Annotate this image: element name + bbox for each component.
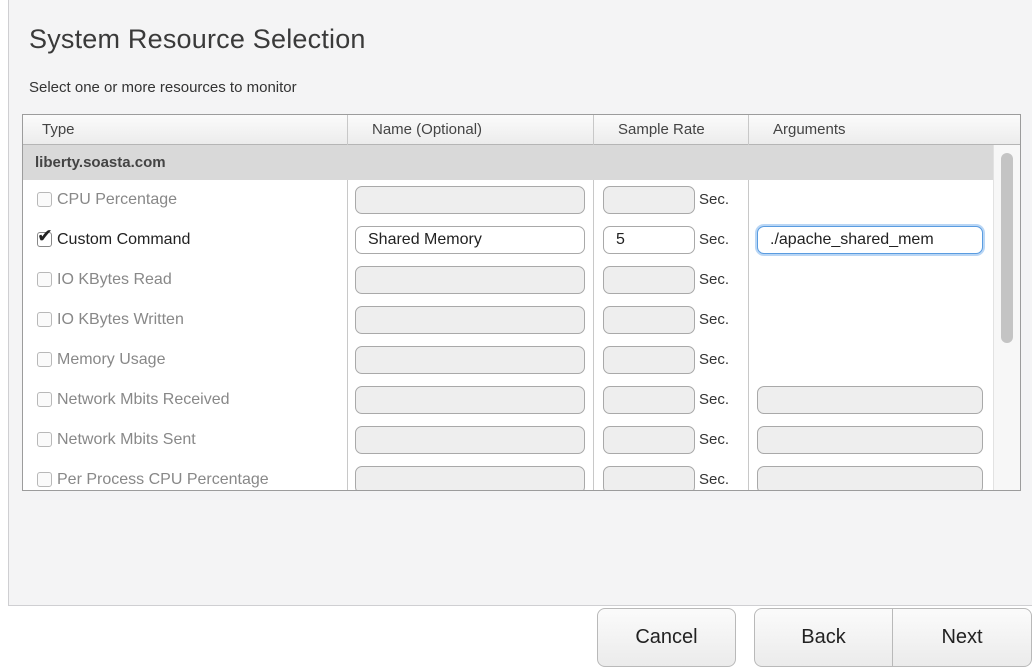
row-checkbox[interactable] — [37, 312, 52, 327]
table-row: Per Process CPU Percentage Sec. — [23, 460, 993, 490]
resource-type-label: Network Mbits Sent — [57, 431, 196, 448]
column-header-type[interactable]: Type — [23, 115, 347, 145]
table-scrollbar[interactable] — [993, 145, 1020, 490]
table-row: IO KBytes Written Sec. — [23, 300, 993, 340]
column-header-sample-rate[interactable]: Sample Rate — [593, 115, 748, 145]
page-title: System Resource Selection — [29, 24, 366, 54]
table-row: ✔ Custom Command Shared Memory 5 Sec. ./apach… — [23, 220, 993, 260]
seconds-unit-label: Sec. — [699, 311, 730, 328]
name-input[interactable]: Shared Memory — [355, 226, 585, 254]
resource-type-label: IO KBytes Written — [57, 311, 184, 328]
name-input[interactable] — [355, 426, 585, 454]
row-checkbox[interactable] — [37, 352, 52, 367]
seconds-unit-label: Sec. — [699, 271, 730, 288]
name-input[interactable] — [355, 306, 585, 334]
sample-rate-input[interactable] — [603, 306, 695, 334]
table-row: Network Mbits Received Sec. — [23, 380, 993, 420]
resource-type-label: Network Mbits Received — [57, 391, 230, 408]
arguments-input[interactable]: ./apache_shared_mem — [757, 226, 983, 254]
resource-table: Type Name (Optional) Sample Rate Argumen… — [22, 114, 1021, 491]
cancel-button[interactable]: Cancel — [597, 608, 736, 667]
row-checkbox[interactable] — [37, 472, 52, 487]
sample-rate-input[interactable] — [603, 466, 695, 490]
table-row: IO KBytes Read Sec. — [23, 260, 993, 300]
name-input[interactable] — [355, 466, 585, 490]
sample-rate-input[interactable]: 5 — [603, 226, 695, 254]
table-row: Memory Usage Sec. — [23, 340, 993, 380]
table-header: Type Name (Optional) Sample Rate Argumen… — [23, 115, 1020, 145]
name-input[interactable] — [355, 346, 585, 374]
host-group-row: liberty.soasta.com — [23, 145, 993, 180]
column-header-arguments[interactable]: Arguments — [748, 115, 1020, 145]
table-row: Network Mbits Sent Sec. — [23, 420, 993, 460]
seconds-unit-label: Sec. — [699, 391, 730, 408]
arguments-input[interactable] — [757, 386, 983, 414]
resource-type-label: Per Process CPU Percentage — [57, 471, 269, 488]
seconds-unit-label: Sec. — [699, 351, 730, 368]
seconds-unit-label: Sec. — [699, 431, 730, 448]
arguments-input[interactable] — [757, 466, 983, 490]
resource-type-label: Memory Usage — [57, 351, 166, 368]
back-button[interactable]: Back — [754, 608, 893, 667]
resource-type-label: IO KBytes Read — [57, 271, 172, 288]
resource-type-label: CPU Percentage — [57, 191, 178, 208]
next-button[interactable]: Next — [892, 608, 1032, 667]
name-input[interactable] — [355, 386, 585, 414]
checkmark-icon: ✔ — [37, 226, 53, 247]
row-checkbox[interactable] — [37, 432, 52, 447]
row-checkbox[interactable] — [37, 192, 52, 207]
resource-type-label: Custom Command — [57, 231, 191, 248]
name-input[interactable] — [355, 266, 585, 294]
row-checkbox[interactable]: ✔ — [37, 227, 53, 247]
scrollbar-thumb[interactable] — [1001, 153, 1013, 343]
row-checkbox[interactable] — [37, 392, 52, 407]
page-subtitle: Select one or more resources to monitor — [29, 79, 297, 96]
sample-rate-input[interactable] — [603, 186, 695, 214]
sample-rate-input[interactable] — [603, 346, 695, 374]
arguments-input[interactable] — [757, 426, 983, 454]
seconds-unit-label: Sec. — [699, 231, 730, 248]
sample-rate-input[interactable] — [603, 426, 695, 454]
resource-rows: CPU Percentage Sec. ✔ Custom Command Shared … — [23, 180, 993, 490]
seconds-unit-label: Sec. — [699, 471, 730, 488]
sample-rate-input[interactable] — [603, 266, 695, 294]
seconds-unit-label: Sec. — [699, 191, 730, 208]
table-row: CPU Percentage Sec. — [23, 180, 993, 220]
column-header-name[interactable]: Name (Optional) — [347, 115, 593, 145]
row-checkbox[interactable] — [37, 272, 52, 287]
sample-rate-input[interactable] — [603, 386, 695, 414]
name-input[interactable] — [355, 186, 585, 214]
